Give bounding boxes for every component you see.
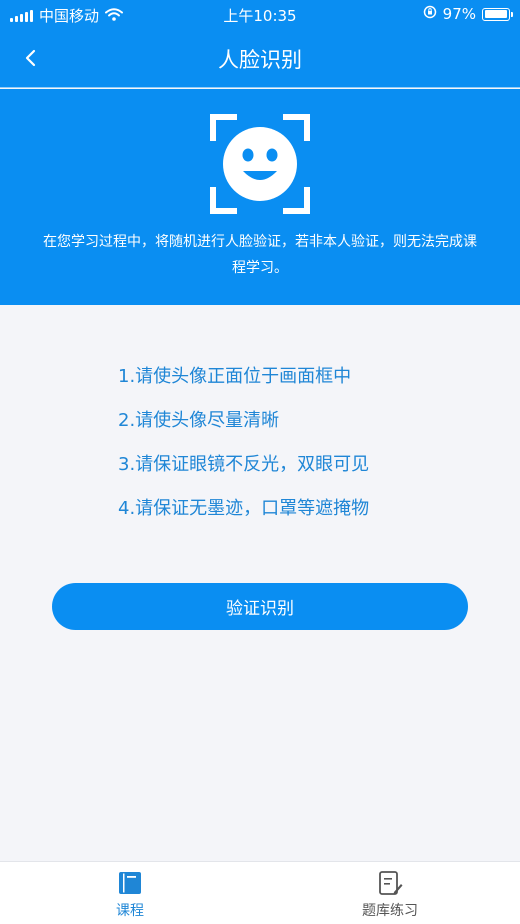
tab-bar: 课程 题库练习 — [0, 861, 520, 924]
hero-description: 在您学习过程中，将随机进行人脸验证，若非本人验证，则无法完成课程学习。 — [43, 234, 477, 276]
nav-bar: 人脸识别 — [0, 28, 520, 88]
tip-item: 2.请使头像尽量清晰 — [118, 410, 280, 431]
tab-course-label: 课程 — [116, 903, 144, 919]
tab-practice-label: 题库练习 — [362, 903, 418, 919]
tip-item: 4.请保证无墨迹，口罩等遮掩物 — [118, 498, 370, 519]
status-bar: 中国移动 上午10:35 97% — [0, 0, 520, 28]
face-scan-icon — [210, 114, 310, 214]
verify-button[interactable]: 验证识别 — [52, 583, 468, 630]
tip-item: 3.请保证眼镜不反光，双眼可见 — [118, 454, 370, 475]
hero-panel: 在您学习过程中，将随机进行人脸验证，若非本人验证，则无法完成课程学习。 — [0, 89, 520, 305]
battery-fill — [484, 10, 507, 18]
practice-icon — [379, 871, 403, 895]
tip-item: 1.请使头像正面位于画面框中 — [118, 366, 352, 387]
book-icon — [119, 872, 141, 894]
battery-percent: 97% — [442, 5, 476, 23]
tab-practice[interactable]: 题库练习 — [260, 862, 520, 924]
status-right: 97% — [423, 5, 513, 23]
tips-list: 1.请使头像正面位于画面框中 2.请使头像尽量清晰 3.请保证眼镜不反光，双眼可… — [118, 360, 369, 536]
page-title: 人脸识别 — [218, 48, 302, 72]
orientation-lock-icon — [423, 5, 437, 23]
battery-icon — [482, 7, 513, 21]
tab-course[interactable]: 课程 — [0, 862, 260, 924]
